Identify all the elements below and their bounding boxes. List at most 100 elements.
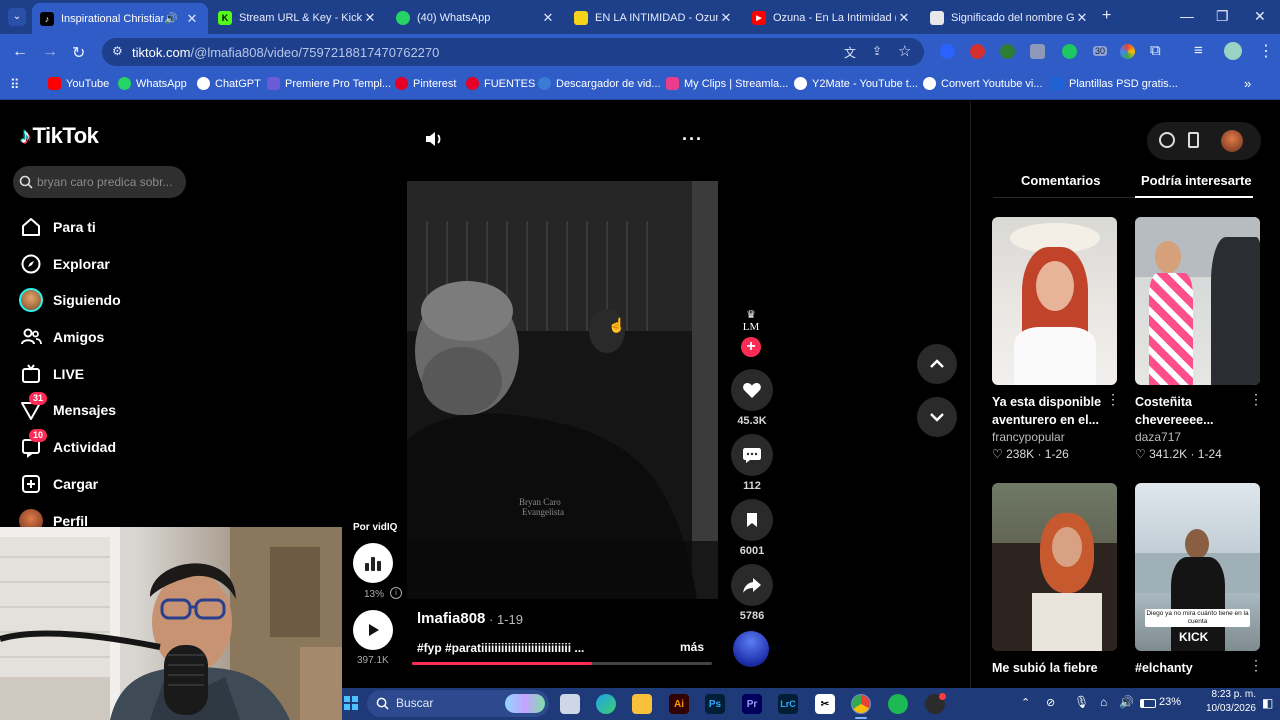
restore-icon[interactable]: ❐ [1216,8,1229,25]
recommended-card[interactable]: Ya esta disponible aventurero en el... f… [992,217,1117,461]
tab-comentarios[interactable]: Comentarios [1021,173,1100,188]
install-app-icon[interactable]: ⇪ [872,44,882,58]
vidiq-play-button[interactable] [353,610,393,650]
wifi-icon[interactable]: ⌂ [1100,695,1107,709]
extension-icon[interactable] [1030,44,1045,59]
lightroom-classic-icon[interactable]: LrC [778,694,798,714]
taskbar-search-input[interactable]: Buscar [367,690,549,717]
speaker-icon[interactable]: 🔊 [1119,695,1134,709]
extension-icon[interactable] [1120,44,1135,59]
user-avatar[interactable] [1221,130,1243,152]
comment-button[interactable] [731,434,773,476]
close-tab-icon[interactable]: ✕ [1074,10,1090,26]
video-thumbnail[interactable]: Diego ya no mira cuánto tiene en la cuen… [1135,483,1260,651]
extension-icon[interactable] [970,44,985,59]
close-tab-icon[interactable]: ✕ [896,10,912,26]
nav-explorar[interactable]: Explorar [19,252,110,276]
show-hidden-icons-icon[interactable]: ⌃ [1021,696,1030,709]
address-bar[interactable]: ⚙ tiktok.com/@lmafia808/video/7597218817… [102,38,924,66]
bookmark-star-icon[interactable]: ☆ [898,42,911,60]
caption-more-link[interactable]: más [680,640,704,654]
close-tab-icon[interactable]: ✕ [184,11,200,27]
extension-icon[interactable] [1062,44,1077,59]
music-disc[interactable] [733,631,769,667]
notifications-icon[interactable]: ◧ [1262,696,1273,710]
capcut-icon[interactable]: ✂ [815,694,835,714]
battery-icon[interactable] [1140,699,1156,708]
more-options-icon[interactable]: ··· [682,129,703,150]
card-more-icon[interactable]: ⋮ [1249,657,1263,674]
close-tab-icon[interactable]: ✕ [540,10,556,26]
bookmark-premiere[interactable]: Premiere Pro Templ... [267,77,391,90]
recommended-card[interactable]: Diego ya no mira cuánto tiene en la cuen… [1135,483,1260,677]
bookmark-fuentes[interactable]: FUENTES [466,77,535,90]
card-username[interactable]: daza717 [1135,430,1260,444]
reading-list-icon[interactable]: ≡ [1194,42,1203,59]
tab-kick[interactable]: K Stream URL & Key - Kick D ✕ [210,4,386,31]
nav-live[interactable]: LIVE [19,362,84,386]
video-progress-track[interactable] [412,662,712,665]
site-info-icon[interactable]: ⚙ [112,44,123,58]
bookmark-plantillas[interactable]: Plantillas PSD gratis... [1051,77,1178,90]
video-thumbnail[interactable] [1135,217,1260,385]
bookmark-streamladder[interactable]: My Clips | Streamla... [666,77,788,90]
close-tab-icon[interactable]: ✕ [718,10,734,26]
card-username[interactable]: francypopular [992,430,1117,444]
like-button[interactable] [731,369,773,411]
tab-search-button[interactable]: ⌄ [8,8,26,26]
bookmark-chatgpt[interactable]: ChatGPT [197,77,261,90]
translate-icon[interactable]: 文 [844,44,856,61]
clock-date[interactable]: 10/03/2026 [1204,703,1256,714]
nav-actividad[interactable]: 10 Actividad [19,429,116,459]
spotify-icon[interactable] [888,694,908,714]
search-input[interactable]: bryan caro predica sobr... [13,166,186,198]
tab-tiktok[interactable]: ♪ Inspirational Christian I 🔊 ✕ [32,3,208,34]
next-video-button[interactable] [917,397,957,437]
apps-grid-icon[interactable]: ⠿ [10,77,20,93]
card-more-icon[interactable]: ⋮ [1249,391,1263,408]
bookmark-convert-youtube[interactable]: Convert Youtube vi... [923,77,1043,90]
file-explorer-icon[interactable] [632,694,652,714]
tiktok-logo[interactable]: ♪ TikTok [20,123,99,149]
photoshop-icon[interactable]: Ps [705,694,725,714]
share-button[interactable] [731,564,773,606]
back-arrow-icon[interactable]: ← [12,43,28,61]
video-thumbnail[interactable] [992,217,1117,385]
video-player[interactable]: Bryan Caro Evangelista [407,181,718,599]
mobile-icon[interactable] [1188,132,1199,148]
bookmark-youtube[interactable]: YouTube [48,77,109,90]
bookmark-whatsapp[interactable]: WhatsApp [118,77,187,90]
windows-start-icon[interactable] [344,696,358,710]
volume-icon[interactable] [424,129,444,154]
premiere-icon[interactable]: Pr [742,694,762,714]
video-author[interactable]: lmafia808 [417,610,485,627]
minimize-icon[interactable]: — [1180,8,1194,24]
reload-icon[interactable]: ↻ [72,43,85,63]
bookmark-y2mate[interactable]: Y2Mate - YouTube t... [794,77,918,90]
bookmark-pinterest[interactable]: Pinterest [395,77,456,90]
microphone-icon[interactable]: 🎙 [1074,695,1089,709]
tray-app-icon[interactable]: ⊘ [1046,696,1055,709]
extension-icon[interactable] [1000,44,1015,59]
save-button[interactable] [731,499,773,541]
clock-time[interactable]: 8:23 p. m. [1204,689,1256,700]
recommended-card[interactable]: Costeñita chevereeee... daza717 ♡ 341.2K… [1135,217,1260,461]
extension-icon[interactable] [940,44,955,59]
edge-icon[interactable] [596,694,616,714]
tab-youtube[interactable]: ▶ Ozuna - En La Intimidad (V ✕ [744,4,920,31]
previous-video-button[interactable] [917,344,957,384]
recommended-card[interactable]: Me subió la fiebre [992,483,1117,677]
illustrator-icon[interactable]: Ai [669,694,689,714]
new-tab-button[interactable]: + [1102,7,1111,25]
forward-arrow-icon[interactable]: → [42,43,58,61]
nav-para-ti[interactable]: Para ti [19,215,96,239]
tab-lyrics[interactable]: EN LA INTIMIDAD - Ozuna ✕ [566,4,742,31]
task-view-icon[interactable] [560,694,580,714]
compass-icon[interactable] [1159,132,1175,148]
nav-siguiendo[interactable]: Siguiendo [19,288,121,312]
tab-podria-interesarte[interactable]: Podría interesarte [1141,173,1252,188]
more-bookmarks-icon[interactable]: » [1244,76,1251,91]
nav-cargar[interactable]: Cargar [19,472,98,496]
extension-badge[interactable]: 30 [1093,46,1108,56]
info-icon[interactable]: i [390,587,402,599]
